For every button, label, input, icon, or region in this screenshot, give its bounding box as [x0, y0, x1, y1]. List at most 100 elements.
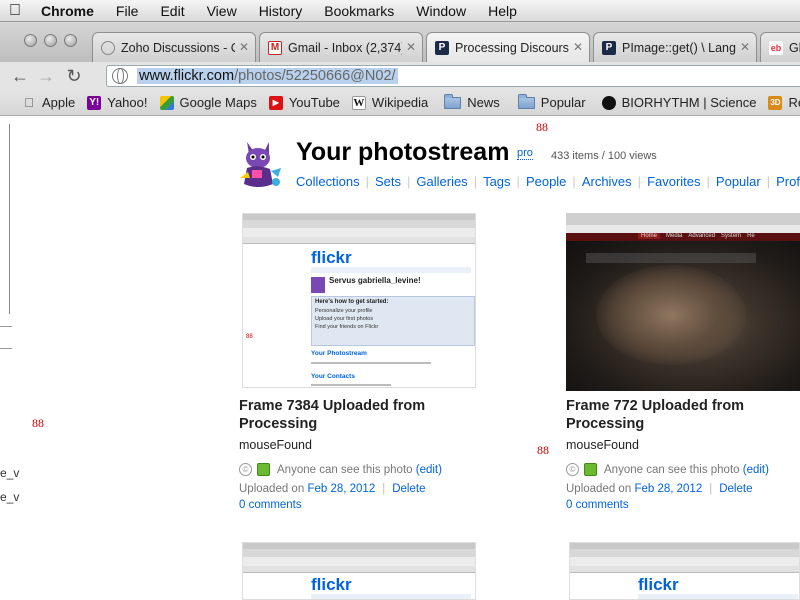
photo-privacy-2: © Anyone can see this photo (edit)	[566, 463, 769, 476]
minimize-window-button[interactable]	[44, 34, 57, 47]
edit-privacy-link[interactable]: (edit)	[416, 464, 442, 476]
photo-thumbnail-3[interactable]: flickr	[242, 542, 476, 600]
delete-photo-link[interactable]: Delete	[719, 483, 752, 495]
subnav-profile[interactable]: Profile	[776, 174, 800, 189]
tab-pimage-get[interactable]: P PImage::get() \ Langu ✕	[593, 32, 757, 62]
tab-gmail[interactable]: M Gmail - Inbox (2,374) ✕	[259, 32, 423, 62]
subnav-tags[interactable]: Tags	[483, 174, 510, 189]
close-window-button[interactable]	[24, 34, 37, 47]
subnav-popular[interactable]: Popular	[716, 174, 761, 189]
buddy-avatar[interactable]	[238, 138, 284, 190]
window-controls	[24, 34, 77, 47]
subnav-galleries[interactable]: Galleries	[416, 174, 467, 189]
bookmark-label: Popular	[540, 95, 586, 110]
thumb-step-1: Personalize your profile	[315, 308, 373, 314]
biorhythm-icon	[601, 95, 616, 110]
thumb-started: Here's how to get started:	[315, 299, 389, 305]
menu-window[interactable]: Window	[405, 3, 477, 19]
bookmark-apple[interactable]:  Apple	[0, 95, 81, 110]
upload-date-link[interactable]: Feb 28, 2012	[634, 483, 702, 495]
close-tab-icon[interactable]: ✕	[406, 40, 416, 54]
thumb-step-2: Upload your first photos	[315, 316, 374, 322]
subnav-people[interactable]: People	[526, 174, 566, 189]
bookmark-google-maps[interactable]: Google Maps	[154, 95, 263, 110]
photostream-subnav: Collections | Sets | Galleries | Tags | Peop…	[296, 174, 800, 189]
background-window-text: e_v	[0, 466, 20, 480]
zoom-window-button[interactable]	[64, 34, 77, 47]
forward-arrow-icon[interactable]: →	[35, 66, 57, 87]
bookmark-label: YouTube	[288, 95, 340, 110]
subnav-favorites[interactable]: Favorites	[647, 174, 700, 189]
menu-edit[interactable]: Edit	[149, 3, 195, 19]
url-path: /photos/52250666@N02/	[234, 68, 396, 84]
close-tab-icon[interactable]: ✕	[740, 40, 750, 54]
pro-badge[interactable]: pro	[517, 147, 533, 160]
apple-menu-icon[interactable]: 	[0, 2, 30, 20]
address-bar[interactable]: www.flickr.com/photos/52250666@N02/	[106, 65, 800, 87]
subnav-sets[interactable]: Sets	[375, 174, 401, 189]
comments-link[interactable]: 0 comments	[566, 499, 629, 511]
thumb-nav-more: Re	[747, 233, 755, 239]
gmail-icon: M	[268, 40, 282, 55]
bookmark-label: Wikipedia	[371, 95, 429, 110]
flickr-logo: flickr	[311, 248, 352, 267]
youtube-icon: ▶	[268, 95, 283, 110]
photo-privacy-1: © Anyone can see this photo (edit)	[239, 463, 442, 476]
bookmark-label: Apple	[42, 95, 76, 110]
photo-thumbnail-1[interactable]: flickr Servus gabriella_levine! Here's h…	[242, 213, 476, 388]
bookmark-wikipedia[interactable]: W Wikipedia	[346, 95, 434, 110]
url-host: www.flickr.com	[139, 68, 235, 84]
photo-title-1[interactable]: Frame 7384 Uploaded from Processing	[239, 397, 469, 433]
bookmark-folder-news[interactable]: News	[434, 93, 506, 110]
thumb-step-3: Find your friends on Flickr	[315, 324, 379, 330]
zoho-icon	[101, 40, 115, 55]
photo-comments-1: 0 comments	[239, 499, 302, 511]
reload-icon[interactable]: ↻	[63, 66, 85, 87]
yahoo-icon: Y!	[87, 95, 102, 110]
menu-bookmarks[interactable]: Bookmarks	[313, 3, 405, 19]
ebay-icon: eb	[769, 40, 783, 55]
photo-thumbnail-2[interactable]: Home Media Advanced System Re	[566, 213, 800, 391]
menu-history[interactable]: History	[248, 3, 314, 19]
menu-view[interactable]: View	[196, 3, 248, 19]
photostream-stats: 433 items / 100 views	[551, 150, 657, 162]
thumb-nav-advanced: Advanced	[688, 233, 716, 239]
bookmark-yahoo[interactable]: Y! Yahoo!	[81, 95, 153, 110]
folder-icon	[444, 93, 462, 109]
comments-link[interactable]: 0 comments	[239, 499, 302, 511]
thumb-welcome: Servus gabriella_levine!	[329, 276, 421, 285]
tab-processing-discourse[interactable]: P Processing Discourse ✕	[426, 32, 590, 62]
mac-menu-bar:  Chrome File Edit View History Bookmark…	[0, 0, 800, 22]
3d-icon: 3D	[768, 95, 783, 110]
delete-photo-link[interactable]: Delete	[392, 483, 425, 495]
page-title: Your photostream	[296, 138, 510, 166]
flickr-logo: flickr	[638, 575, 679, 594]
globe-icon	[112, 68, 128, 84]
menu-app-chrome[interactable]: Chrome	[30, 3, 105, 19]
bookmark-folder-popular[interactable]: Popular	[506, 93, 592, 110]
tab-label: PImage::get() \ Langu	[622, 40, 736, 55]
upload-date-link[interactable]: Feb 28, 2012	[307, 483, 375, 495]
copyright-icon: ©	[566, 463, 579, 476]
menu-help[interactable]: Help	[477, 3, 528, 19]
tab-zoho[interactable]: Zoho Discussions - C ✕	[92, 32, 256, 62]
back-arrow-icon[interactable]: ←	[9, 66, 31, 87]
close-tab-icon[interactable]: ✕	[573, 40, 583, 54]
tab-ebay-glass[interactable]: eb Glass	[760, 32, 800, 62]
subnav-archives[interactable]: Archives	[582, 174, 632, 189]
tab-label: Gmail - Inbox (2,374)	[288, 40, 402, 55]
photo-thumbnail-4[interactable]: flickr	[569, 542, 800, 600]
menu-file[interactable]: File	[105, 3, 150, 19]
photo-title-2[interactable]: Frame 772 Uploaded from Processing	[566, 397, 796, 433]
url-text[interactable]: www.flickr.com/photos/52250666@N02/	[137, 68, 398, 84]
bookmark-biorhythm[interactable]: BIORHYTHM | Science	[592, 95, 763, 110]
edit-privacy-link[interactable]: (edit)	[743, 464, 769, 476]
subnav-collections[interactable]: Collections	[296, 174, 360, 189]
close-tab-icon[interactable]: ✕	[239, 40, 249, 54]
photo-upload-info-1: Uploaded on Feb 28, 2012 | Delete	[239, 483, 426, 495]
uploaded-label: Uploaded on	[239, 483, 305, 495]
flickr-logo: flickr	[311, 575, 352, 594]
bookmark-register[interactable]: 3D Regist	[762, 95, 800, 110]
photo-upload-info-2: Uploaded on Feb 28, 2012 | Delete	[566, 483, 753, 495]
bookmark-youtube[interactable]: ▶ YouTube	[263, 95, 346, 110]
